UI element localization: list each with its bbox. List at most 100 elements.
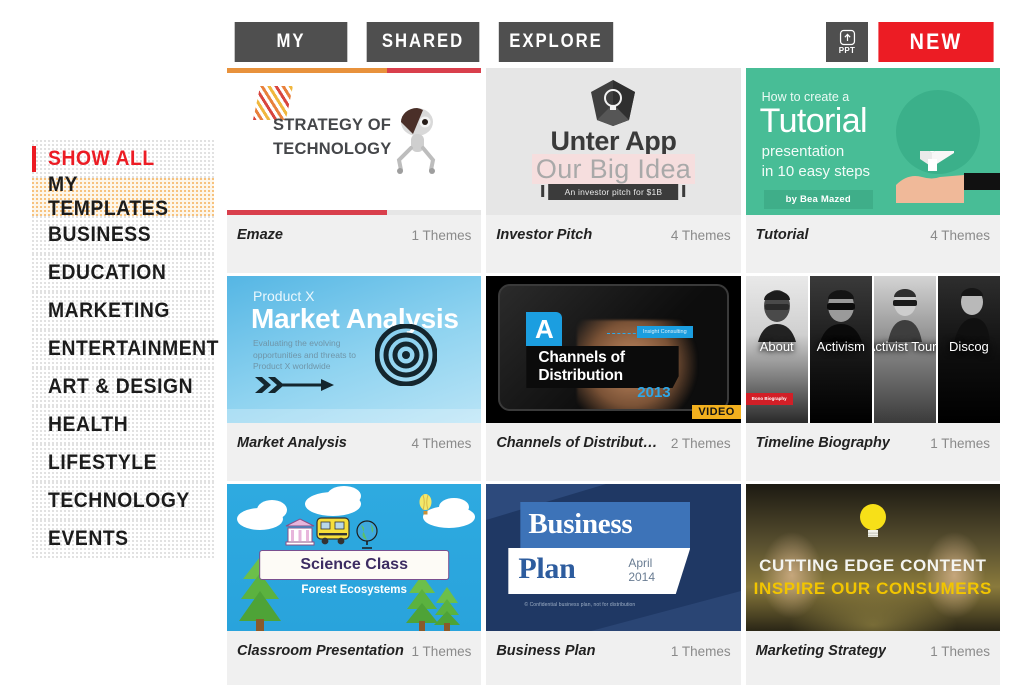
template-card-classroom-presentation[interactable]: Science Class Forest Ecosystems Classroo… (227, 484, 482, 685)
bio-panel: Discog (935, 276, 1000, 423)
globe-icon (356, 520, 378, 549)
panel-label: Discog (949, 339, 989, 354)
sidebar-item-art-design[interactable]: ART & DESIGN (32, 368, 214, 406)
template-card-investor-pitch[interactable]: Unter App Our Big Idea An investor pitch… (486, 68, 741, 273)
progress-bar-top (227, 68, 482, 73)
template-thumbnail[interactable]: Business Plan April 2014 © Confidential … (486, 484, 741, 631)
card-theme-count: 1 Themes (930, 435, 990, 451)
template-card-market-analysis[interactable]: Product X Market Analysis Evaluating the… (227, 276, 482, 481)
sidebar-item-my-templates[interactable]: MY TEMPLATES (32, 173, 214, 220)
cloud-shape (439, 498, 469, 516)
card-theme-count: 4 Themes (930, 227, 990, 243)
bio-panel: Activism (807, 276, 872, 423)
slide-line-2: in 10 easy steps (761, 163, 871, 180)
card-title: Business Plan (496, 643, 596, 659)
card-title: Market Analysis (237, 435, 347, 451)
lightbulb-badge-icon (591, 80, 636, 126)
upload-ppt-button[interactable]: PPT (826, 22, 868, 62)
slide-heading: Channels of Distribution (538, 349, 625, 384)
portrait-photo (887, 289, 922, 342)
template-thumbnail[interactable]: Product X Market Analysis Evaluating the… (227, 276, 482, 423)
sidebar-item-technology[interactable]: TECHNOLOGY (32, 482, 214, 520)
sidebar-item-health[interactable]: HEALTH (32, 406, 214, 444)
hot-air-balloon-icon (419, 494, 432, 515)
template-card-emaze[interactable]: STRATEGY OF TECHNOLOGY Emaze 1 Themes (227, 68, 482, 273)
slide-line-1: presentation (761, 143, 845, 160)
template-thumbnail[interactable]: Science Class Forest Ecosystems (227, 484, 482, 631)
connector-line (606, 333, 641, 334)
template-thumbnail[interactable]: About Bono Biography Activism ctivist To… (745, 276, 1000, 423)
slide-word-2: Plan (518, 552, 576, 585)
sidebar-item-label: ART & DESIGN (48, 375, 194, 398)
slide-word-1: Business (528, 508, 633, 540)
progress-bar-bottom (227, 210, 482, 215)
card-caption: Classroom Presentation 1 Themes (227, 631, 482, 685)
arrow-icon (255, 377, 334, 393)
new-presentation-button[interactable]: NEW (878, 22, 994, 62)
ribbon-badge: Bono Biography (745, 393, 793, 405)
sidebar-item-lifestyle[interactable]: LIFESTYLE (32, 444, 214, 482)
slide-subtext: Evaluating the evolving opportunities an… (253, 338, 357, 371)
template-card-marketing-strategy[interactable]: CUTTING EDGE CONTENT INSPIRE OUR CONSUME… (745, 484, 1000, 685)
upload-icon (839, 29, 855, 46)
template-card-channels-of-distribution[interactable]: A Channels of Distribution 2013 Insight … (486, 276, 741, 481)
template-thumbnail[interactable]: Unter App Our Big Idea An investor pitch… (486, 68, 741, 215)
sidebar-item-entertainment[interactable]: ENTERTAINMENT (32, 330, 218, 368)
tab-my-label: MY (276, 31, 306, 52)
slide-year: 2013 (637, 384, 671, 401)
hand-holding-book-illustration (895, 151, 1000, 203)
tab-my[interactable]: MY (234, 22, 348, 62)
card-theme-count: 2 Themes (670, 435, 731, 451)
card-theme-count: 4 Themes (670, 227, 731, 243)
template-thumbnail[interactable]: CUTTING EDGE CONTENT INSPIRE OUR CONSUME… (745, 484, 1000, 631)
bio-panel: About Bono Biography (745, 276, 808, 423)
sidebar-item-marketing[interactable]: MARKETING (32, 292, 214, 330)
school-bus-icon (316, 517, 350, 545)
tab-group: MY SHARED EXPLORE (227, 22, 621, 62)
card-title: Marketing Strategy (755, 643, 887, 659)
slide-title-bar: Channels of Distribution (526, 346, 679, 388)
slide-line-2: INSPIRE OUR CONSUMERS (753, 579, 992, 598)
slide-month: April (628, 556, 653, 570)
sidebar-item-education[interactable]: EDUCATION (32, 254, 214, 292)
template-thumbnail[interactable]: A Channels of Distribution 2013 Insight … (486, 276, 741, 423)
slide-year: 2014 (628, 570, 656, 584)
tab-explore-label: EXPLORE (509, 31, 603, 52)
slide-line-1: CUTTING EDGE CONTENT (759, 556, 987, 575)
template-thumbnail[interactable]: STRATEGY OF TECHNOLOGY (227, 68, 482, 215)
card-caption: Tutorial 4 Themes (745, 215, 1000, 273)
sidebar-item-label: EDUCATION (48, 261, 167, 284)
template-card-business-plan[interactable]: Business Plan April 2014 © Confidential … (486, 484, 741, 685)
card-theme-count: 1 Themes (411, 643, 472, 659)
template-thumbnail[interactable]: How to create a Tutorial presentation in… (745, 68, 1000, 215)
ppt-label: PPT (838, 46, 856, 55)
bullseye-target-icon (375, 324, 438, 386)
sidebar-item-label: HEALTH (48, 413, 129, 436)
sidebar-item-events[interactable]: EVENTS (32, 520, 214, 558)
tab-shared-label: SHARED (381, 31, 465, 52)
slide-base-strip (227, 409, 482, 423)
slide-heading: Tutorial (759, 102, 868, 140)
card-title: Timeline Biography (755, 435, 890, 451)
slide-date: April 2014 (628, 556, 655, 584)
card-theme-count: 1 Themes (411, 227, 472, 243)
sidebar-item-label: BUSINESS (48, 223, 152, 246)
tab-shared[interactable]: SHARED (366, 22, 480, 62)
tab-explore[interactable]: EXPLORE (498, 22, 614, 62)
tree-icon (434, 587, 460, 631)
sidebar-item-business[interactable]: BUSINESS (32, 216, 214, 254)
template-card-timeline-biography[interactable]: About Bono Biography Activism ctivist To… (745, 276, 1000, 481)
museum-building-icon (285, 518, 315, 546)
card-theme-count: 1 Themes (930, 643, 990, 659)
corner-decoration (590, 591, 741, 631)
template-card-tutorial[interactable]: How to create a Tutorial presentation in… (745, 68, 1000, 273)
card-title: Investor Pitch (496, 227, 593, 243)
sidebar-item-label: LIFESTYLE (48, 451, 158, 474)
sidebar-item-label: EVENTS (48, 527, 129, 550)
panel-label: About (759, 339, 794, 354)
slide-pre-text: Product X (253, 288, 315, 304)
card-title: Channels of Distribut… (496, 435, 658, 451)
card-caption: Emaze 1 Themes (227, 215, 482, 273)
top-navigation-bar: MY SHARED EXPLORE PPT NEW (0, 22, 1024, 62)
card-theme-count: 4 Themes (411, 435, 472, 451)
